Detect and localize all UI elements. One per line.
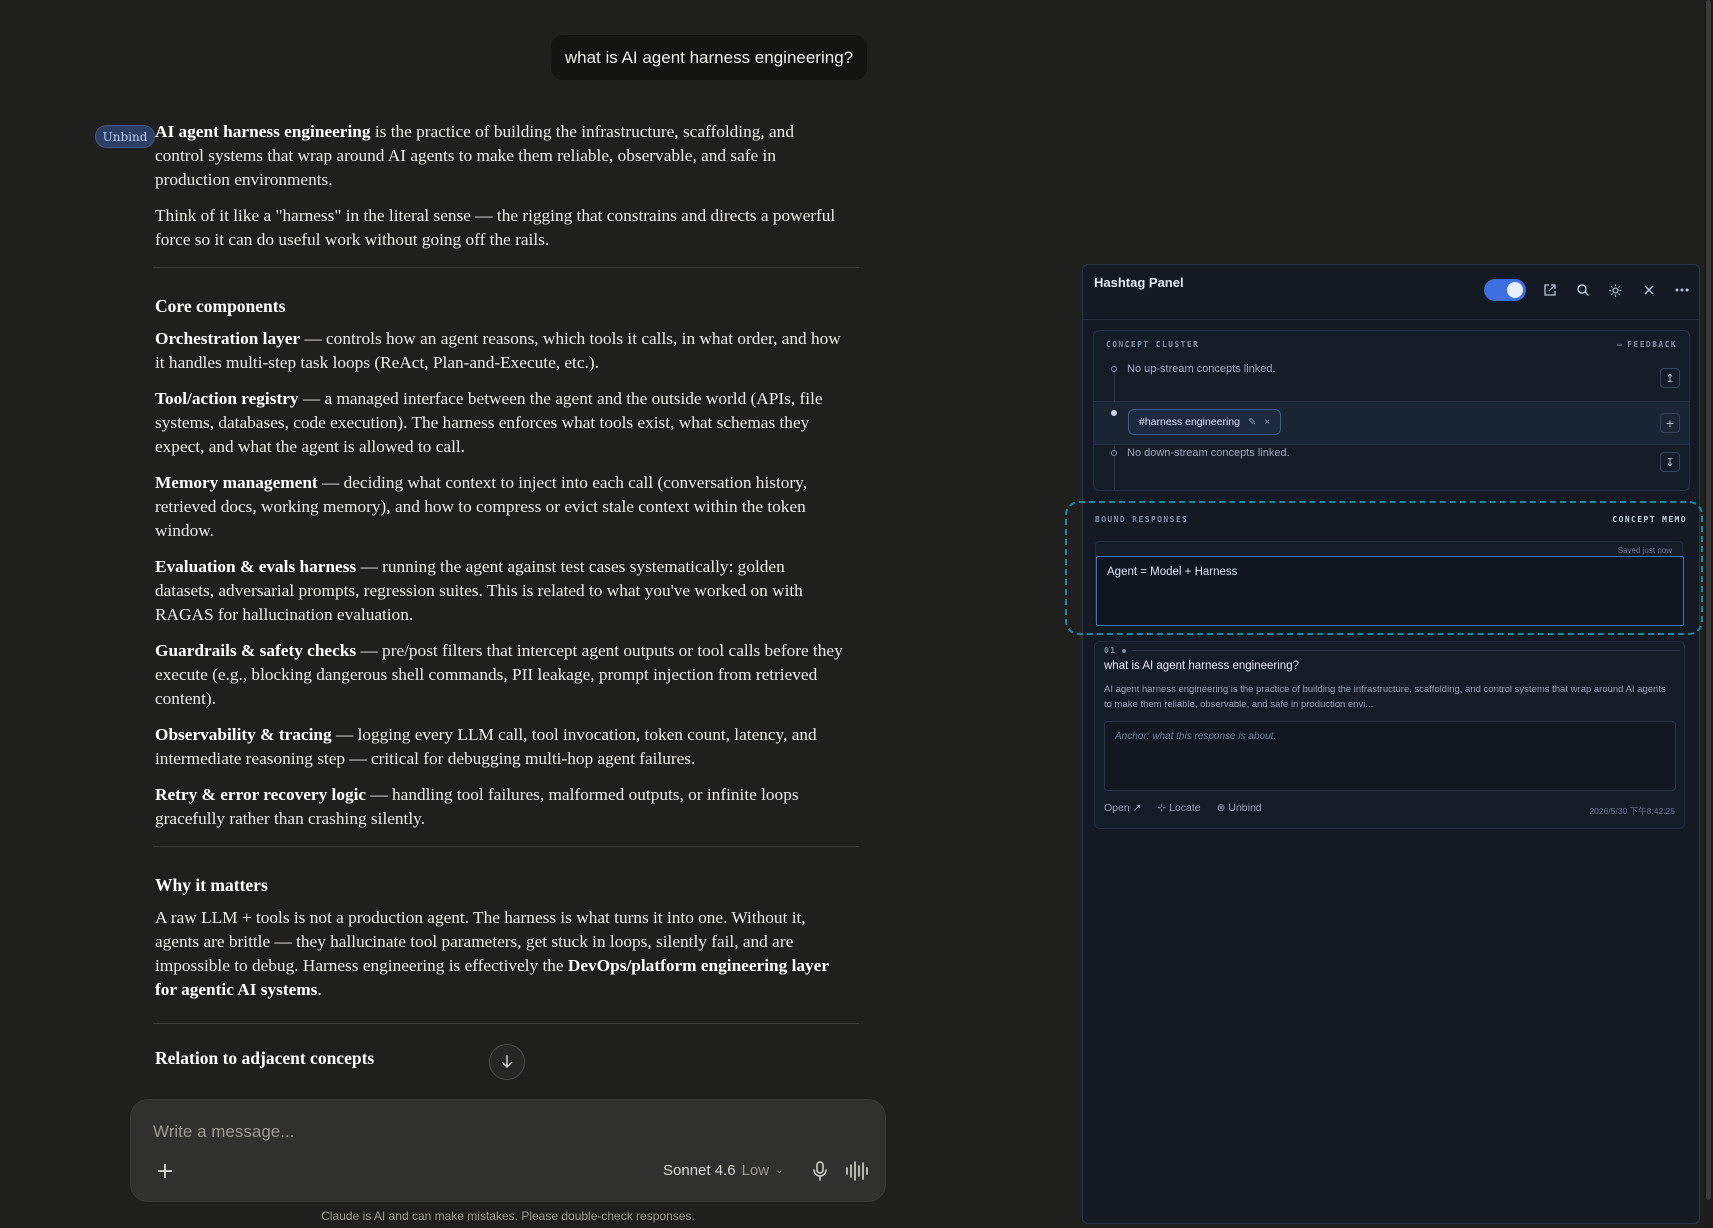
panel-toggle[interactable]: [1484, 279, 1526, 301]
chevron-down-icon: ⌄: [775, 1165, 784, 1176]
components-list: Orchestration layer — controls how an ag…: [155, 327, 845, 831]
more-options-icon[interactable]: [1672, 281, 1691, 300]
component-term: Retry & error recovery logic: [155, 785, 367, 804]
downstream-dot: [1111, 450, 1117, 456]
bound-response-card: 01 what is AI agent harness engineering?…: [1094, 641, 1685, 829]
response-index: 01: [1104, 646, 1681, 655]
settings-icon[interactable]: [1606, 281, 1625, 300]
effort-level: Low: [741, 1162, 770, 1179]
expand-downstream-button[interactable]: ↧: [1660, 452, 1680, 472]
component-item: Observability & tracing — logging every …: [155, 723, 845, 771]
scrollbar-thumb[interactable]: [1706, 0, 1711, 1200]
arrow-down-icon: [501, 1055, 513, 1069]
component-item: Evaluation & evals harness — running the…: [155, 555, 845, 627]
model-name: Sonnet 4.6: [663, 1162, 736, 1179]
hashtag-label: #harness engineering: [1139, 416, 1240, 428]
page-scrollbar[interactable]: [1704, 0, 1713, 1228]
remove-tag-icon[interactable]: ×: [1264, 417, 1270, 428]
anchor-input[interactable]: Anchor: what this response is about.: [1104, 721, 1676, 791]
current-tag-row: #harness engineering ✎ × +: [1094, 401, 1689, 445]
upstream-dot: [1111, 366, 1117, 372]
component-term: Evaluation & evals harness: [155, 557, 357, 576]
unbind-response-link[interactable]: ⊗ Unbind: [1217, 802, 1262, 814]
component-term: Observability & tracing: [155, 725, 332, 744]
user-message-bubble: what is AI agent harness engineering?: [551, 35, 867, 80]
divider: [153, 267, 859, 268]
voice-mode-icon[interactable]: [843, 1158, 871, 1184]
hashtag-chip[interactable]: #harness engineering ✎ ×: [1128, 409, 1282, 435]
expand-upstream-button[interactable]: ↥: [1660, 368, 1680, 388]
why-paragraph: A raw LLM + tools is not a production ag…: [155, 908, 829, 999]
microphone-icon[interactable]: [807, 1158, 833, 1184]
component-term: Memory management: [155, 473, 318, 492]
component-term: Orchestration layer: [155, 329, 301, 348]
index-rule: [1132, 650, 1681, 651]
component-item: Memory management — deciding what contex…: [155, 471, 845, 543]
upstream-text: No up-stream concepts linked.: [1127, 363, 1276, 375]
concept-memo-highlight: BOUND RESPONSES CONCEPT MEMO Saved just …: [1065, 501, 1703, 635]
component-item: Retry & error recovery logic — handling …: [155, 783, 845, 831]
feedback-label: FEEDBACK: [1627, 340, 1677, 349]
message-composer[interactable]: Write a message... + Sonnet 4.6 Low ⌄: [130, 1099, 886, 1202]
search-icon[interactable]: [1573, 281, 1592, 300]
component-item: Orchestration layer — controls how an ag…: [155, 327, 845, 375]
response-snippet: AI agent harness engineering is the prac…: [1104, 684, 1666, 710]
panel-toolbar: [1484, 279, 1691, 301]
message-input[interactable]: Write a message...: [153, 1122, 294, 1142]
divider: [153, 1023, 859, 1024]
model-selector[interactable]: Sonnet 4.6 Low ⌄: [663, 1162, 783, 1179]
component-item: Guardrails & safety checks — pre/post fi…: [155, 639, 845, 711]
assistant-response: AI agent harness engineering is the prac…: [153, 120, 859, 1079]
open-response-link[interactable]: Open ↗: [1104, 802, 1141, 814]
feedback-button[interactable]: ▭ FEEDBACK: [1617, 340, 1677, 349]
locate-response-link[interactable]: ⊹ Locate: [1157, 802, 1200, 814]
intro-paragraph: AI agent harness engineering is the prac…: [155, 120, 845, 192]
hashtag-panel: Hashtag Panel CONCEPT CLUSTER ▭ FEEDBACK…: [1065, 264, 1703, 1224]
panel-header-divider: [1083, 319, 1699, 320]
response-actions: Open ↗ ⊹ Locate ⊗ Unbind: [1104, 802, 1262, 814]
concept-cluster: CONCEPT CLUSTER ▭ FEEDBACK No up-stream …: [1093, 330, 1690, 491]
add-concept-button[interactable]: +: [1660, 413, 1680, 433]
why-it-matters-heading: Why it matters: [155, 875, 268, 895]
current-dot: [1111, 410, 1117, 416]
disclaimer-text: Claude is AI and can make mistakes. Plea…: [321, 1209, 695, 1223]
divider: [153, 846, 859, 847]
message-icon: ▭: [1617, 340, 1624, 349]
concept-memo-label: CONCEPT MEMO: [1612, 515, 1687, 524]
downstream-row: No down-stream concepts linked. ↧: [1094, 447, 1689, 491]
index-dot: [1122, 648, 1127, 653]
component-term: Guardrails & safety checks: [155, 641, 357, 660]
downstream-text: No down-stream concepts linked.: [1127, 447, 1290, 459]
add-attachment-button[interactable]: +: [153, 1160, 177, 1184]
concept-memo-input[interactable]: Agent = Model + Harness: [1096, 556, 1684, 626]
unbind-badge[interactable]: Unbind: [95, 125, 155, 148]
intro-term: AI agent harness engineering: [155, 122, 371, 141]
external-link-icon[interactable]: [1540, 281, 1559, 300]
analogy-paragraph: Think of it like a "harness" in the lite…: [155, 206, 836, 249]
component-term: Tool/action registry: [155, 389, 299, 408]
close-icon[interactable]: [1639, 281, 1658, 300]
core-components-heading: Core components: [155, 296, 286, 316]
component-item: Tool/action registry — a managed interfa…: [155, 387, 845, 459]
scroll-down-button[interactable]: [489, 1044, 525, 1080]
response-number: 01: [1104, 646, 1117, 655]
response-question: what is AI agent harness engineering?: [1104, 660, 1299, 672]
response-timestamp: 2026/5/30 下午8:42:25: [1589, 806, 1675, 816]
concept-memo-box: Saved just now Agent = Model + Harness: [1095, 541, 1684, 626]
concept-cluster-label: CONCEPT CLUSTER: [1106, 340, 1200, 349]
edit-icon[interactable]: ✎: [1248, 417, 1256, 428]
bound-responses-label: BOUND RESPONSES: [1095, 515, 1189, 524]
panel-title: Hashtag Panel: [1094, 275, 1184, 290]
upstream-row: No up-stream concepts linked. ↥: [1094, 357, 1689, 401]
saved-status: Saved just now: [1617, 546, 1672, 555]
